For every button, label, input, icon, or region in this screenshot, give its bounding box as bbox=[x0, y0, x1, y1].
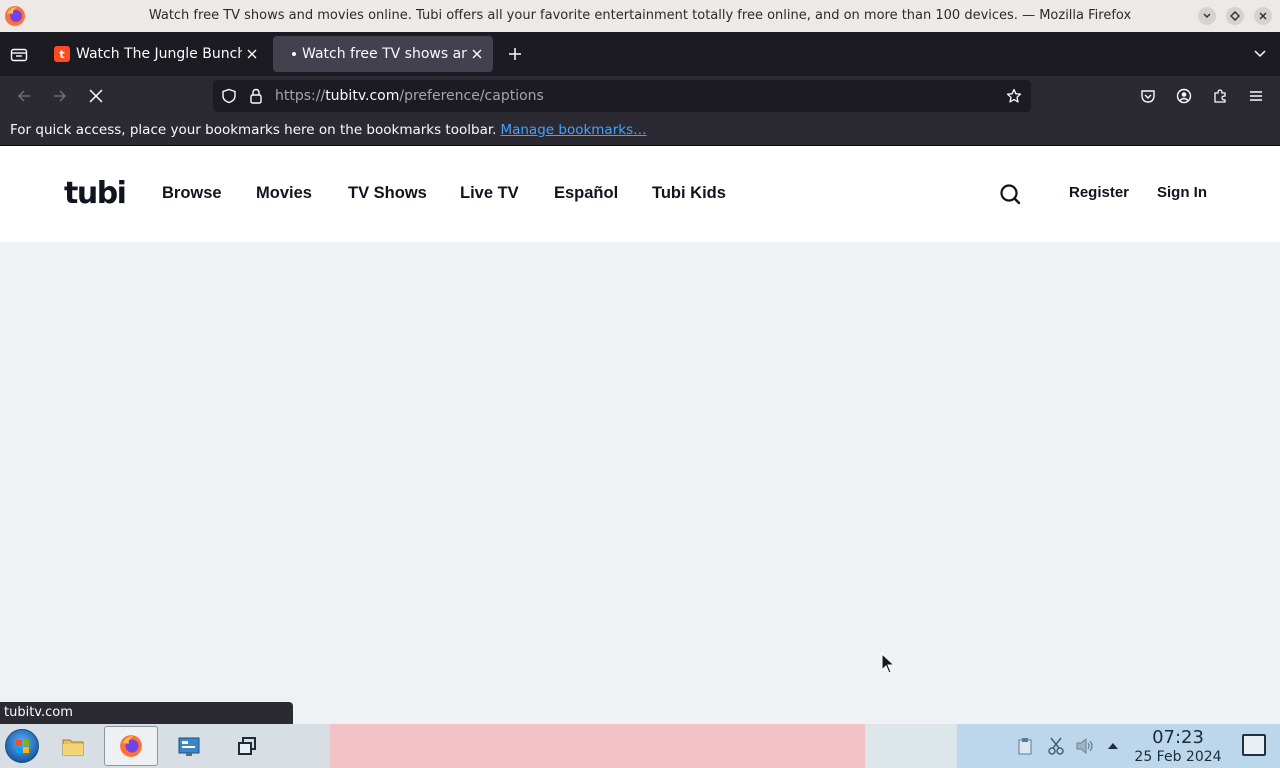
show-desktop-button[interactable] bbox=[1242, 734, 1266, 756]
tab-close-button[interactable] bbox=[467, 44, 487, 64]
loading-dot-icon bbox=[292, 52, 296, 56]
taskbar-wallpaper bbox=[865, 724, 957, 768]
search-icon[interactable] bbox=[998, 182, 1022, 206]
url-host: tubitv.com bbox=[325, 88, 400, 104]
navigation-toolbar: https://tubitv.com/preference/captions bbox=[0, 76, 1280, 116]
manage-bookmarks-link[interactable]: Manage bookmarks… bbox=[500, 122, 646, 138]
taskbar-file-manager[interactable] bbox=[46, 726, 100, 766]
start-button[interactable] bbox=[5, 729, 39, 763]
tab-list-button[interactable] bbox=[8, 43, 30, 65]
tab-title: Watch free TV shows and bbox=[302, 46, 467, 62]
window-title: Watch free TV shows and movies online. T… bbox=[148, 8, 1132, 23]
url-scheme: https:// bbox=[275, 88, 326, 104]
tab-bar: t Watch The Jungle Bunch Watch free TV s… bbox=[0, 32, 1280, 76]
network-tray-icon[interactable] bbox=[1015, 736, 1035, 756]
nav-live-tv[interactable]: Live TV bbox=[460, 182, 519, 204]
tubi-logo[interactable]: tubi bbox=[64, 174, 127, 214]
stop-loading-button[interactable] bbox=[84, 84, 108, 108]
site-header: tubi Browse Movies TV Shows Live TV Espa… bbox=[0, 146, 1280, 242]
nav-tv-shows[interactable]: TV Shows bbox=[348, 182, 427, 204]
extensions-button[interactable] bbox=[1208, 84, 1232, 108]
window-titlebar: Watch free TV shows and movies online. T… bbox=[0, 0, 1280, 32]
web-page: tubi Browse Movies TV Shows Live TV Espa… bbox=[0, 146, 1280, 724]
tab-title: Watch The Jungle Bunch bbox=[76, 46, 242, 62]
folder-icon bbox=[62, 739, 84, 756]
pocket-button[interactable] bbox=[1136, 84, 1160, 108]
volume-tray-icon[interactable] bbox=[1075, 736, 1095, 756]
url-bar[interactable]: https://tubitv.com/preference/captions bbox=[213, 80, 1031, 112]
account-icon bbox=[1176, 88, 1192, 104]
clock-time[interactable]: 07:23 bbox=[1133, 728, 1223, 748]
bookmarks-toolbar-message: For quick access, place your bookmarks h… bbox=[10, 122, 497, 138]
taskbar-control-panel[interactable] bbox=[162, 726, 216, 766]
scissors-icon bbox=[1048, 737, 1064, 755]
taskbar-wallpaper bbox=[330, 724, 865, 768]
chevron-down-icon bbox=[1203, 13, 1211, 19]
firefox-icon bbox=[120, 735, 142, 757]
list-all-tabs-button[interactable] bbox=[1250, 44, 1270, 64]
account-button[interactable] bbox=[1172, 84, 1196, 108]
tab-list-icon bbox=[10, 48, 28, 62]
arrow-right-icon bbox=[54, 90, 67, 102]
url-text[interactable]: https://tubitv.com/preference/captions bbox=[275, 80, 544, 112]
triangle-up-icon bbox=[1108, 743, 1118, 749]
speaker-icon bbox=[1076, 737, 1093, 755]
forward-button[interactable] bbox=[48, 84, 72, 108]
nav-browse[interactable]: Browse bbox=[162, 182, 222, 204]
close-window-button[interactable] bbox=[1254, 7, 1272, 25]
register-link[interactable]: Register bbox=[1069, 183, 1129, 203]
taskbar-firefox[interactable] bbox=[104, 726, 158, 766]
close-icon bbox=[472, 49, 482, 59]
control-panel-icon bbox=[178, 737, 200, 756]
back-button[interactable] bbox=[12, 84, 36, 108]
taskbar-window-switcher[interactable] bbox=[220, 726, 274, 766]
clipboard-icon bbox=[1018, 738, 1032, 755]
star-icon[interactable] bbox=[1006, 88, 1022, 104]
tray-expand-button[interactable] bbox=[1103, 736, 1123, 756]
url-path: /preference/captions bbox=[399, 88, 544, 104]
scissors-tray-icon[interactable] bbox=[1046, 736, 1066, 756]
nav-tubi-kids[interactable]: Tubi Kids bbox=[652, 182, 726, 204]
app-menu-button[interactable] bbox=[1244, 84, 1268, 108]
lock-icon[interactable] bbox=[249, 88, 263, 104]
close-icon bbox=[1259, 12, 1267, 20]
link-status-popup: tubitv.com bbox=[0, 702, 293, 724]
minimize-button[interactable] bbox=[1198, 7, 1216, 25]
windows-stack-icon bbox=[238, 737, 256, 755]
tab-tubi-home[interactable]: Watch free TV shows and bbox=[273, 36, 493, 72]
plus-icon bbox=[509, 48, 521, 60]
tab-close-button[interactable] bbox=[242, 44, 262, 64]
tubi-favicon-icon: t bbox=[54, 46, 70, 62]
maximize-button[interactable] bbox=[1226, 7, 1244, 25]
new-tab-button[interactable] bbox=[505, 44, 525, 64]
clock-date[interactable]: 25 Feb 2024 bbox=[1128, 748, 1228, 766]
windows-logo-icon bbox=[16, 740, 29, 753]
close-icon bbox=[89, 89, 103, 103]
pocket-icon bbox=[1141, 90, 1155, 103]
tab-jungle-bunch[interactable]: t Watch The Jungle Bunch bbox=[46, 36, 268, 72]
diamond-icon bbox=[1230, 11, 1240, 21]
close-icon bbox=[247, 49, 257, 59]
mouse-cursor-icon bbox=[881, 652, 896, 674]
nav-movies[interactable]: Movies bbox=[256, 182, 312, 204]
shield-icon[interactable] bbox=[221, 88, 237, 104]
hamburger-menu-icon bbox=[1250, 91, 1262, 101]
os-taskbar: 07:23 25 Feb 2024 bbox=[0, 724, 1280, 768]
bookmarks-toolbar: For quick access, place your bookmarks h… bbox=[0, 116, 1280, 146]
nav-espanol[interactable]: Español bbox=[554, 182, 618, 204]
chevron-down-icon bbox=[1254, 50, 1266, 58]
sign-in-link[interactable]: Sign In bbox=[1157, 183, 1207, 203]
puzzle-icon bbox=[1214, 89, 1226, 103]
arrow-left-icon bbox=[17, 90, 30, 102]
